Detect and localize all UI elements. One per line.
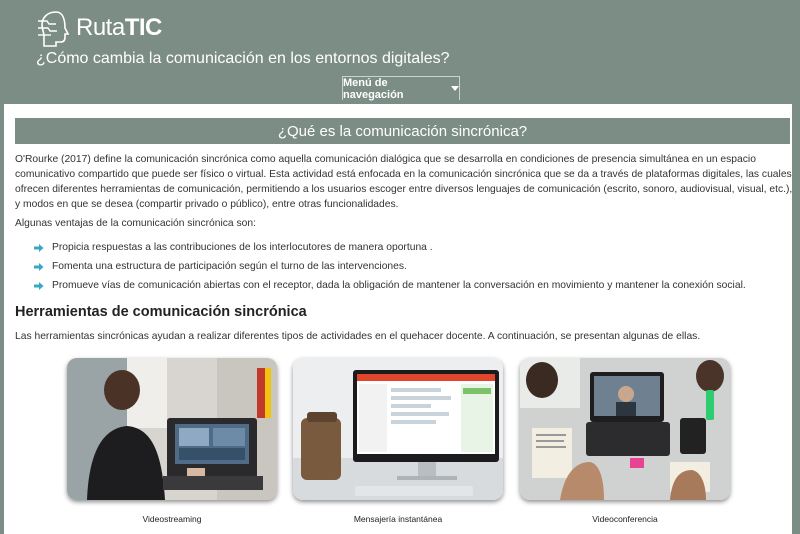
advantage-text: Fomenta una estructura de participación …	[52, 261, 407, 272]
tools-heading: Herramientas de comunicación sincrónica	[15, 304, 307, 320]
list-item: Propicia respuestas a las contribuciones…	[34, 238, 794, 257]
advantages-list: Propicia respuestas a las contribuciones…	[34, 238, 794, 295]
left-frame-bar	[0, 104, 4, 534]
site-header: RutaTIC ¿Cómo cambia la comunicación en …	[0, 0, 800, 104]
advantages-intro: Algunas ventajas de la comunicación sinc…	[15, 218, 256, 229]
navigation-menu-button[interactable]: Menú de navegación	[342, 76, 460, 101]
section-title: ¿Qué es la comunicación sincrónica?	[277, 122, 528, 140]
list-item: Fomenta una estructura de participación …	[34, 257, 794, 276]
videostreaming-image	[67, 358, 277, 500]
videostreaming-card[interactable]	[67, 358, 277, 500]
brand-prefix: Ruta	[76, 14, 125, 41]
brand-logo-text[interactable]: RutaTIC	[76, 14, 162, 42]
videoconference-card[interactable]	[520, 358, 730, 500]
instant-messaging-image	[293, 358, 503, 500]
site-subtitle: ¿Cómo cambia la comunicación en los ento…	[36, 50, 450, 67]
tools-intro: Las herramientas sincrónicas ayudan a re…	[15, 331, 701, 342]
brand-suffix: TIC	[124, 14, 163, 41]
card-caption: Mensajería instantánea	[353, 514, 443, 524]
arrow-right-icon	[34, 281, 44, 290]
arrow-right-icon	[34, 262, 44, 271]
list-item: Promueve vías de comunicación abiertas c…	[34, 276, 794, 295]
caret-down-icon	[451, 86, 459, 91]
card-caption: Videoconferencia	[592, 514, 658, 524]
section-title-bar: ¿Qué es la comunicación sincrónica?	[15, 118, 790, 144]
definition-paragraph: O'Rourke (2017) define la comunicación s…	[15, 154, 793, 210]
arrow-right-icon	[34, 243, 44, 252]
instant-messaging-card[interactable]	[293, 358, 503, 500]
head-profile-icon[interactable]	[36, 9, 76, 49]
advantage-text: Promueve vías de comunicación abiertas c…	[52, 280, 746, 291]
videoconference-image	[520, 358, 730, 500]
navigation-menu-label: Menú de navegación	[343, 76, 404, 101]
advantage-text: Propicia respuestas a las contribuciones…	[52, 242, 433, 253]
card-caption: Videostreaming	[142, 514, 202, 524]
